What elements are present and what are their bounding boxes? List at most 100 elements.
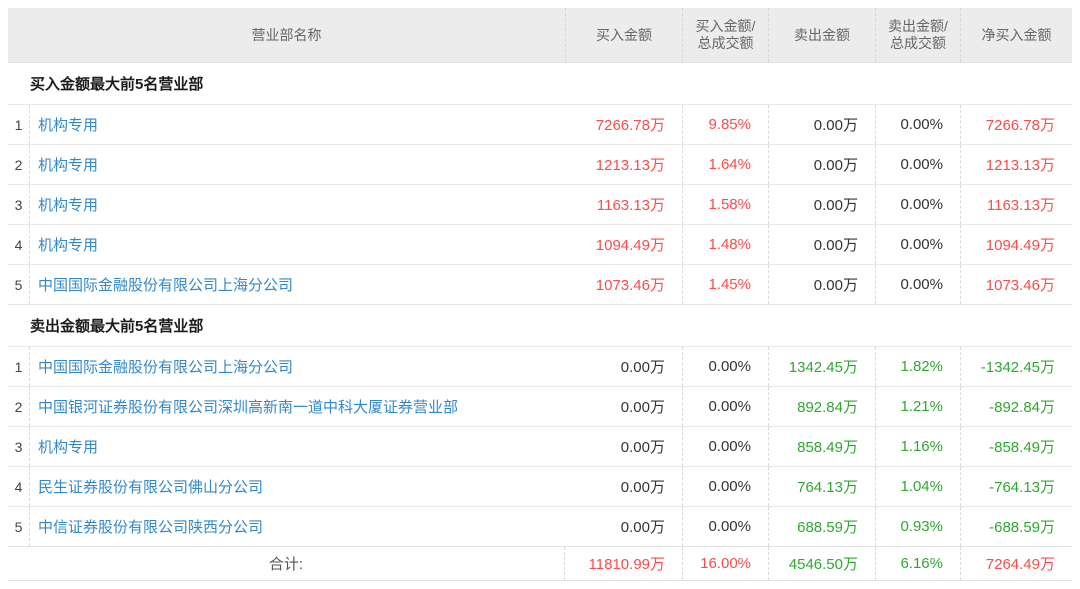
branch-name-link[interactable]: 中国银河证券股份有限公司深圳高新南一道中科大厦证券营业部 — [30, 396, 565, 417]
cell-buy-amount: 1213.13万 — [565, 145, 682, 184]
table-header-row: 营业部名称 买入金额买入金额/总成交额卖出金额卖出金额/总成交额净买入金额 — [8, 8, 1072, 62]
cell-net-amount: -858.49万 — [960, 427, 1072, 466]
table-row: 4 机构专用 1094.49万 1.48% 0.00万 0.00% 1094.4… — [8, 224, 1072, 264]
branch-name-link[interactable]: 机构专用 — [30, 154, 565, 175]
cell-sell-ratio: 0.00% — [875, 265, 960, 304]
column-header-net: 净买入金额 — [960, 8, 1072, 62]
total-label: 合计: — [8, 547, 565, 580]
table-row: 5 中信证券股份有限公司陕西分公司 0.00万 0.00% 688.59万 0.… — [8, 506, 1072, 546]
cell-buy-amount: 7266.78万 — [565, 105, 682, 144]
cell-buy-amount: 0.00万 — [565, 427, 682, 466]
cell-buy-amount: 1073.46万 — [565, 265, 682, 304]
cell-buy-ratio: 1.64% — [682, 145, 768, 184]
cell-sell-ratio-total: 6.16% — [875, 547, 960, 580]
rank-number: 3 — [8, 185, 30, 224]
cell-buy-amount: 0.00万 — [565, 467, 682, 506]
cell-buy-amount: 0.00万 — [565, 507, 682, 546]
cell-sell-amount: 1342.45万 — [768, 347, 875, 386]
branch-name-link[interactable]: 中国国际金融股份有限公司上海分公司 — [30, 274, 565, 295]
broker-branch-table: 营业部名称 买入金额买入金额/总成交额卖出金额卖出金额/总成交额净买入金额 买入… — [8, 8, 1072, 581]
cell-net-amount: 1094.49万 — [960, 225, 1072, 264]
cell-sell-ratio: 1.04% — [875, 467, 960, 506]
table-row: 1 中国国际金融股份有限公司上海分公司 0.00万 0.00% 1342.45万… — [8, 346, 1072, 386]
cell-net-amount-total: 7264.49万 — [960, 547, 1072, 580]
section-title: 买入金额最大前5名营业部 — [8, 73, 1072, 94]
cell-net-amount: -688.59万 — [960, 507, 1072, 546]
cell-sell-amount: 0.00万 — [768, 145, 875, 184]
table-row: 5 中国国际金融股份有限公司上海分公司 1073.46万 1.45% 0.00万… — [8, 264, 1072, 304]
total-row: 合计: 11810.99万 16.00% 4546.50万 6.16% 7264… — [8, 546, 1072, 580]
branch-name-link[interactable]: 机构专用 — [30, 194, 565, 215]
table-row: 3 机构专用 1163.13万 1.58% 0.00万 0.00% 1163.1… — [8, 184, 1072, 224]
cell-sell-amount: 892.84万 — [768, 387, 875, 426]
cell-sell-amount: 0.00万 — [768, 105, 875, 144]
rank-number: 5 — [8, 507, 30, 546]
branch-name-link[interactable]: 中国国际金融股份有限公司上海分公司 — [30, 356, 565, 377]
cell-buy-ratio: 9.85% — [682, 105, 768, 144]
cell-sell-ratio: 1.82% — [875, 347, 960, 386]
table-row: 2 中国银河证券股份有限公司深圳高新南一道中科大厦证券营业部 0.00万 0.0… — [8, 386, 1072, 426]
broker-branch-ranking-panel: 营业部名称 买入金额买入金额/总成交额卖出金额卖出金额/总成交额净买入金额 买入… — [0, 0, 1080, 589]
cell-sell-amount: 764.13万 — [768, 467, 875, 506]
cell-sell-amount: 0.00万 — [768, 225, 875, 264]
cell-buy-ratio-total: 16.00% — [682, 547, 768, 580]
column-header-sell: 卖出金额 — [768, 8, 875, 62]
cell-net-amount: -1342.45万 — [960, 347, 1072, 386]
cell-net-amount: 7266.78万 — [960, 105, 1072, 144]
cell-buy-ratio: 0.00% — [682, 507, 768, 546]
section-title: 卖出金额最大前5名营业部 — [8, 315, 1072, 336]
rank-number: 2 — [8, 145, 30, 184]
cell-sell-amount: 0.00万 — [768, 185, 875, 224]
cell-net-amount: 1073.46万 — [960, 265, 1072, 304]
cell-buy-ratio: 0.00% — [682, 427, 768, 466]
column-header-sell_pct: 卖出金额/总成交额 — [875, 8, 960, 62]
cell-net-amount: 1213.13万 — [960, 145, 1072, 184]
cell-sell-ratio: 1.21% — [875, 387, 960, 426]
column-header-buy_pct: 买入金额/总成交额 — [682, 8, 768, 62]
cell-sell-ratio: 0.93% — [875, 507, 960, 546]
cell-sell-ratio: 0.00% — [875, 105, 960, 144]
table-row: 3 机构专用 0.00万 0.00% 858.49万 1.16% -858.49… — [8, 426, 1072, 466]
table-row: 1 机构专用 7266.78万 9.85% 0.00万 0.00% 7266.7… — [8, 104, 1072, 144]
rank-number: 1 — [8, 347, 30, 386]
table-row: 4 民生证券股份有限公司佛山分公司 0.00万 0.00% 764.13万 1.… — [8, 466, 1072, 506]
cell-buy-amount-total: 11810.99万 — [565, 547, 682, 580]
branch-name-link[interactable]: 民生证券股份有限公司佛山分公司 — [30, 476, 565, 497]
cell-net-amount: 1163.13万 — [960, 185, 1072, 224]
branch-name-link[interactable]: 机构专用 — [30, 234, 565, 255]
column-header-branch-name: 营业部名称 — [8, 8, 565, 62]
branch-name-link[interactable]: 中信证券股份有限公司陕西分公司 — [30, 516, 565, 537]
cell-sell-amount: 858.49万 — [768, 427, 875, 466]
cell-buy-amount: 1094.49万 — [565, 225, 682, 264]
rank-number: 1 — [8, 105, 30, 144]
cell-sell-ratio: 1.16% — [875, 427, 960, 466]
rank-number: 2 — [8, 387, 30, 426]
cell-buy-amount: 1163.13万 — [565, 185, 682, 224]
cell-net-amount: -892.84万 — [960, 387, 1072, 426]
cell-net-amount: -764.13万 — [960, 467, 1072, 506]
cell-buy-ratio: 1.45% — [682, 265, 768, 304]
cell-buy-ratio: 0.00% — [682, 347, 768, 386]
cell-buy-ratio: 0.00% — [682, 467, 768, 506]
rank-number: 4 — [8, 225, 30, 264]
section-header-row: 卖出金额最大前5名营业部 — [8, 304, 1072, 346]
cell-sell-ratio: 0.00% — [875, 145, 960, 184]
cell-buy-amount: 0.00万 — [565, 387, 682, 426]
rank-number: 5 — [8, 265, 30, 304]
cell-buy-amount: 0.00万 — [565, 347, 682, 386]
table-row: 2 机构专用 1213.13万 1.64% 0.00万 0.00% 1213.1… — [8, 144, 1072, 184]
section-header-row: 买入金额最大前5名营业部 — [8, 62, 1072, 104]
rank-number: 3 — [8, 427, 30, 466]
table-body: 买入金额最大前5名营业部 1 机构专用 7266.78万 9.85% 0.00万… — [8, 62, 1072, 580]
branch-name-link[interactable]: 机构专用 — [30, 436, 565, 457]
cell-sell-amount: 0.00万 — [768, 265, 875, 304]
rank-number: 4 — [8, 467, 30, 506]
cell-sell-amount-total: 4546.50万 — [768, 547, 875, 580]
cell-sell-ratio: 0.00% — [875, 185, 960, 224]
cell-buy-ratio: 1.58% — [682, 185, 768, 224]
cell-sell-amount: 688.59万 — [768, 507, 875, 546]
branch-name-link[interactable]: 机构专用 — [30, 114, 565, 135]
column-header-buy: 买入金额 — [565, 8, 682, 62]
cell-buy-ratio: 1.48% — [682, 225, 768, 264]
cell-sell-ratio: 0.00% — [875, 225, 960, 264]
